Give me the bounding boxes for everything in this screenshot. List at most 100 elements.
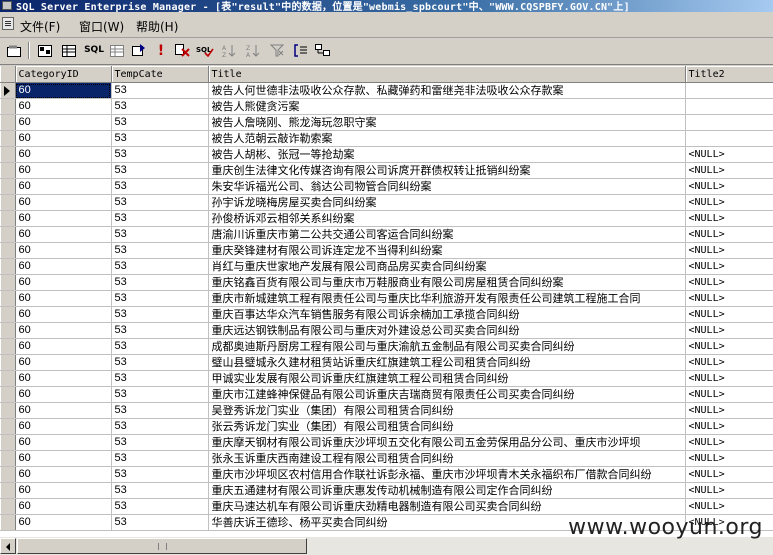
cell-tempcate[interactable]: 53: [111, 466, 209, 483]
row-selector[interactable]: [0, 290, 16, 307]
cell-categoryid[interactable]: 60: [15, 114, 112, 131]
cell-tempcate[interactable]: 53: [111, 98, 209, 115]
table-row[interactable]: 60 53 重庆五通建材有限公司诉重庆惠发传动机械制造有限公司定作合同纠纷 <NULL…: [0, 482, 773, 499]
cell-title[interactable]: 重庆马速达机车有限公司诉重庆劲精电器制造有限公司买卖合同纠纷: [208, 498, 686, 515]
cell-title2[interactable]: <NULL>: [685, 482, 773, 499]
scroll-thumb[interactable]: [17, 538, 307, 554]
cell-title[interactable]: 孙俊桥诉邓云相邻关系纠纷案: [208, 210, 686, 227]
cell-title[interactable]: 朱安华诉福光公司、翁达公司物管合同纠纷案: [208, 178, 686, 195]
table-row[interactable]: 60 53 孙俊桥诉邓云相邻关系纠纷案 <NULL>: [0, 210, 773, 227]
cell-title2[interactable]: <NULL>: [685, 466, 773, 483]
cell-title[interactable]: 重庆创生法律文化传媒咨询有限公司诉庹开群债权转让抵销纠纷案: [208, 162, 686, 179]
row-selector[interactable]: [0, 146, 16, 163]
add-table-icon[interactable]: [314, 42, 332, 59]
verify-sql-icon[interactable]: SQL: [196, 42, 214, 59]
table-row[interactable]: 60 53 重庆远达钢铁制品有限公司与重庆对外建设总公司买卖合同纠纷 <NULL>: [0, 322, 773, 339]
cell-title2[interactable]: <NULL>: [685, 290, 773, 307]
row-selector[interactable]: [0, 226, 16, 243]
table-row[interactable]: 60 53 被告人胡彬、张冠一等抢劫案 <NULL>: [0, 146, 773, 163]
row-selector[interactable]: [0, 130, 16, 147]
menu-help[interactable]: 帮助(H): [136, 18, 178, 35]
row-selector[interactable]: [0, 194, 16, 211]
cell-title2[interactable]: [685, 130, 773, 147]
table-row[interactable]: 60 53 被告人詹晓刚、熊龙海玩忽职守案: [0, 114, 773, 131]
cell-title[interactable]: 被告人熊健贪污案: [208, 98, 686, 115]
cell-tempcate[interactable]: 53: [111, 498, 209, 515]
table-row[interactable]: 60 53 被告人何世德非法吸收公众存款、私藏弹药和雷继尧非法吸收公众存款案: [0, 82, 773, 99]
cell-tempcate[interactable]: 53: [111, 146, 209, 163]
cell-categoryid[interactable]: 60: [15, 482, 112, 499]
cell-tempcate[interactable]: 53: [111, 370, 209, 387]
sort-ascending-icon[interactable]: AZ: [220, 42, 238, 59]
row-selector[interactable]: [0, 370, 16, 387]
cell-title2[interactable]: [685, 114, 773, 131]
cell-categoryid[interactable]: 60: [15, 402, 112, 419]
cell-title2[interactable]: <NULL>: [685, 402, 773, 419]
cell-categoryid[interactable]: 60: [15, 450, 112, 467]
cell-tempcate[interactable]: 53: [111, 130, 209, 147]
cell-title[interactable]: 张云秀诉龙门实业（集团）有限公司租赁合同纠纷: [208, 418, 686, 435]
show-sql-pane-icon[interactable]: SQL: [84, 42, 104, 59]
table-row[interactable]: 60 53 甲诚实业发展有限公司诉重庆红旗建筑工程公司租赁合同纠纷 <NULL>: [0, 370, 773, 387]
cell-tempcate[interactable]: 53: [111, 194, 209, 211]
table-row[interactable]: 60 53 重庆摩天钢材有限公司诉重庆沙坪坝五交化有限公司五金劳保用品分公司、重庆市…: [0, 434, 773, 451]
cell-title2[interactable]: <NULL>: [685, 210, 773, 227]
cell-title[interactable]: 被告人胡彬、张冠一等抢劫案: [208, 146, 686, 163]
cell-tempcate[interactable]: 53: [111, 514, 209, 531]
cell-title2[interactable]: <NULL>: [685, 146, 773, 163]
row-selector[interactable]: [0, 322, 16, 339]
row-selector[interactable]: [0, 450, 16, 467]
change-query-type-icon[interactable]: [130, 42, 148, 59]
cell-tempcate[interactable]: 53: [111, 210, 209, 227]
cancel-query-icon[interactable]: [174, 42, 192, 59]
row-selector[interactable]: [0, 98, 16, 115]
table-row[interactable]: 60 53 成都奥迪斯丹厨房工程有限公司与重庆渝航五金制品有限公司买卖合同纠纷 <NU…: [0, 338, 773, 355]
cell-title[interactable]: 重庆癸锋建材有限公司诉连定龙不当得利纠纷案: [208, 242, 686, 259]
cell-title[interactable]: 肖红与重庆世家地产发展有限公司商品房买卖合同纠纷案: [208, 258, 686, 275]
row-selector[interactable]: [0, 482, 16, 499]
table-row[interactable]: 60 53 重庆马速达机车有限公司诉重庆劲精电器制造有限公司买卖合同纠纷 <NULL>: [0, 498, 773, 515]
cell-title[interactable]: 重庆市沙坪坝区农村信用合作联社诉彭永福、重庆市沙坪坝青木关永福织布厂借款合同纠纷: [208, 466, 686, 483]
cell-categoryid[interactable]: 60: [15, 274, 112, 291]
cell-categoryid[interactable]: 60: [15, 306, 112, 323]
table-row[interactable]: 60 53 重庆市江建蜂神保健品有限公司诉重庆吉瑞商贸有限责任公司买卖合同纠纷 <NU…: [0, 386, 773, 403]
cell-title2[interactable]: [685, 98, 773, 115]
cell-title[interactable]: 重庆摩天钢材有限公司诉重庆沙坪坝五交化有限公司五金劳保用品分公司、重庆市沙坪坝: [208, 434, 686, 451]
cell-title[interactable]: 唐渝川诉重庆市第二公共交通公司客运合同纠纷案: [208, 226, 686, 243]
cell-title2[interactable]: <NULL>: [685, 434, 773, 451]
table-row[interactable]: 60 53 重庆癸锋建材有限公司诉连定龙不当得利纠纷案 <NULL>: [0, 242, 773, 259]
row-selector[interactable]: [0, 210, 16, 227]
cell-tempcate[interactable]: 53: [111, 114, 209, 131]
table-row[interactable]: 60 53 重庆市新城建筑工程有限责任公司与重庆比华利旅游开发有限责任公司建筑工程施…: [0, 290, 773, 307]
cell-tempcate[interactable]: 53: [111, 162, 209, 179]
cell-tempcate[interactable]: 53: [111, 354, 209, 371]
table-row[interactable]: 60 53 孙宇诉龙晓梅房屋买卖合同纠纷案 <NULL>: [0, 194, 773, 211]
cell-tempcate[interactable]: 53: [111, 418, 209, 435]
cell-categoryid[interactable]: 60: [15, 146, 112, 163]
row-selector[interactable]: [0, 338, 16, 355]
table-row[interactable]: 60 53 重庆创生法律文化传媒咨询有限公司诉庹开群债权转让抵销纠纷案 <NULL>: [0, 162, 773, 179]
cell-title2[interactable]: <NULL>: [685, 242, 773, 259]
cell-title2[interactable]: <NULL>: [685, 386, 773, 403]
cell-title[interactable]: 重庆市江建蜂神保健品有限公司诉重庆吉瑞商贸有限责任公司买卖合同纠纷: [208, 386, 686, 403]
run-icon[interactable]: !: [152, 42, 170, 59]
menu-window[interactable]: 窗口(W): [79, 18, 124, 35]
cell-title[interactable]: 成都奥迪斯丹厨房工程有限公司与重庆渝航五金制品有限公司买卖合同纠纷: [208, 338, 686, 355]
cell-title2[interactable]: <NULL>: [685, 226, 773, 243]
cell-tempcate[interactable]: 53: [111, 242, 209, 259]
cell-title2[interactable]: <NULL>: [685, 450, 773, 467]
cell-categoryid[interactable]: 60: [15, 258, 112, 275]
cell-categoryid[interactable]: 60: [15, 514, 112, 531]
row-selector[interactable]: [0, 514, 16, 531]
cell-title[interactable]: 重庆五通建材有限公司诉重庆惠发传动机械制造有限公司定作合同纠纷: [208, 482, 686, 499]
cell-categoryid[interactable]: 60: [15, 210, 112, 227]
cell-title[interactable]: 重庆远达钢铁制品有限公司与重庆对外建设总公司买卖合同纠纷: [208, 322, 686, 339]
column-header-tempcate[interactable]: TempCate: [111, 66, 209, 83]
cell-title2[interactable]: <NULL>: [685, 178, 773, 195]
cell-tempcate[interactable]: 53: [111, 178, 209, 195]
show-grid-pane-icon[interactable]: [60, 42, 78, 59]
table-row[interactable]: 60 53 重庆市沙坪坝区农村信用合作联社诉彭永福、重庆市沙坪坝青木关永福织布厂借款…: [0, 466, 773, 483]
cell-title[interactable]: 被告人范朝云敲诈勒索案: [208, 130, 686, 147]
cell-title[interactable]: 张永玉诉重庆西南建设工程有限公司租赁合同纠纷: [208, 450, 686, 467]
table-row[interactable]: 60 53 被告人范朝云敲诈勒索案: [0, 130, 773, 147]
